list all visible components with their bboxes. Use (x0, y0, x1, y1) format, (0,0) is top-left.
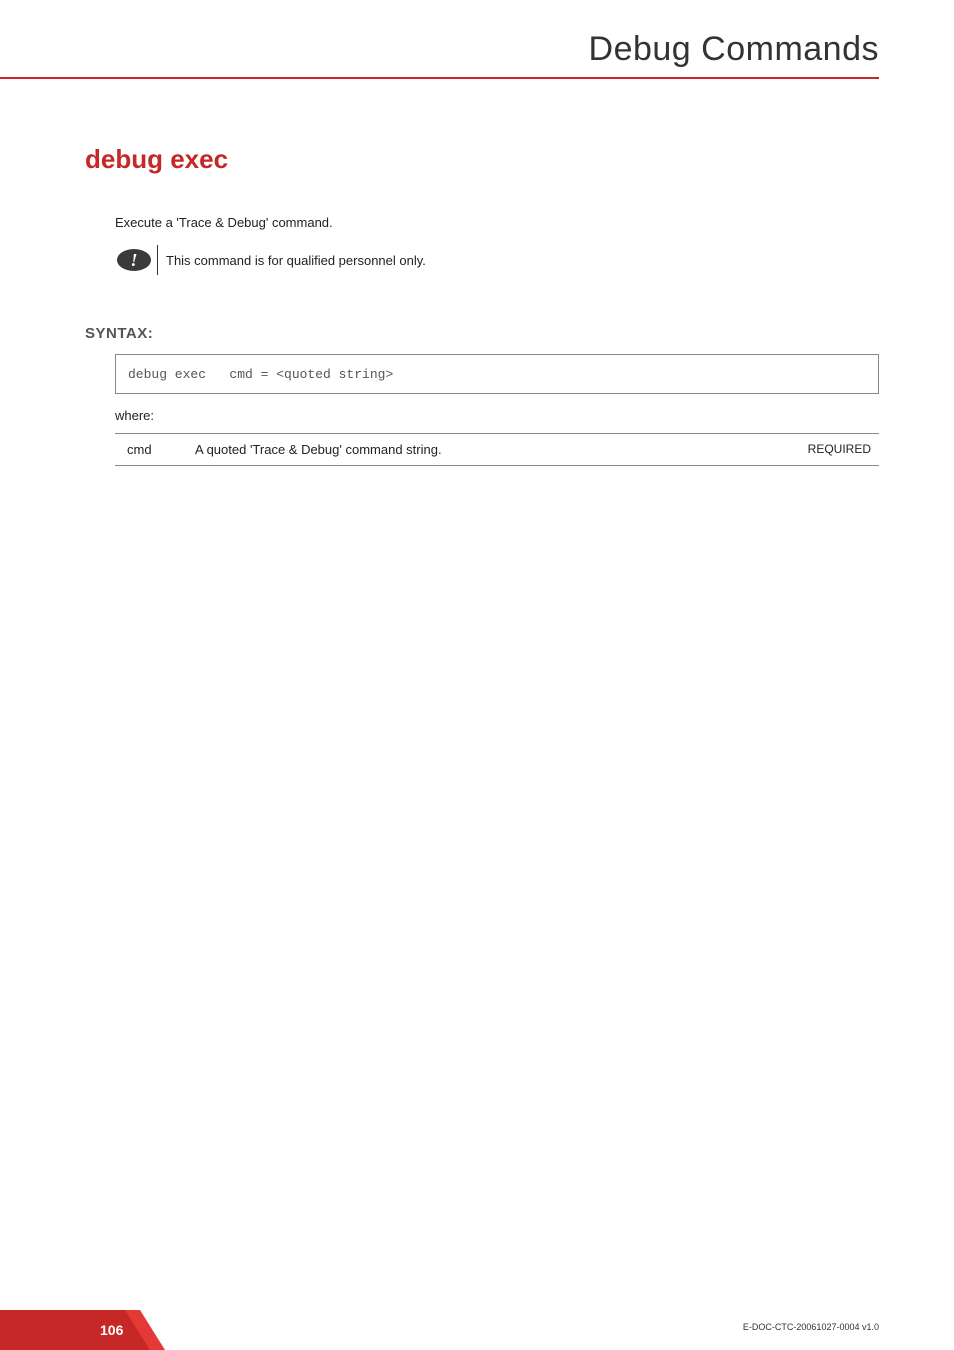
content-area: debug exec Execute a 'Trace & Debug' com… (0, 89, 954, 466)
svg-text:!: ! (130, 250, 137, 270)
param-requirement: REQUIRED (769, 442, 879, 457)
chapter-title: Debug Commands (0, 30, 879, 69)
param-table: cmd A quoted 'Trace & Debug' command str… (115, 433, 879, 466)
note-text: This command is for qualified personnel … (166, 253, 426, 268)
document-reference: E-DOC-CTC-20061027-0004 v1.0 (743, 1322, 879, 1332)
page-number: 106 (100, 1322, 123, 1338)
note-divider (157, 245, 158, 275)
footer-tab-shape (0, 1310, 165, 1350)
table-row: cmd A quoted 'Trace & Debug' command str… (115, 433, 879, 466)
note-block: ! This command is for qualified personne… (115, 245, 879, 275)
section-title: debug exec (85, 144, 879, 175)
syntax-code: debug exec cmd = <quoted string> (128, 367, 393, 382)
syntax-heading: SYNTAX: (85, 325, 879, 342)
intro-text: Execute a 'Trace & Debug' command. (115, 215, 879, 230)
page-header: Debug Commands (0, 0, 954, 89)
syntax-box: debug exec cmd = <quoted string> (115, 354, 879, 394)
alert-icon: ! (115, 247, 153, 273)
param-description: A quoted 'Trace & Debug' command string. (195, 442, 769, 457)
where-label: where: (115, 408, 879, 423)
page-footer: 106 E-DOC-CTC-20061027-0004 v1.0 (0, 1290, 954, 1350)
header-rule (0, 77, 879, 79)
param-name: cmd (115, 442, 195, 457)
